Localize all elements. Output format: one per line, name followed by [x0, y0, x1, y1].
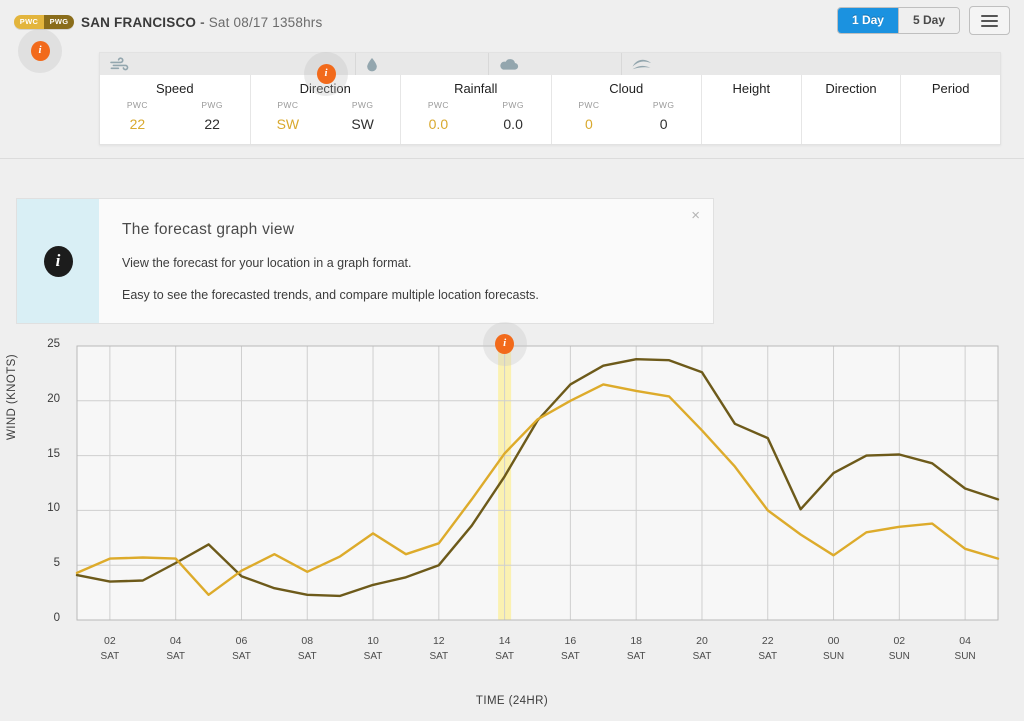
- chart-x-tick: 04 SAT: [166, 635, 186, 662]
- tab-1-day[interactable]: 1 Day: [837, 8, 898, 33]
- close-icon[interactable]: ×: [691, 208, 700, 223]
- chart-x-tick: 18 SAT: [626, 635, 646, 662]
- range-toggle: 1 Day 5 Day: [836, 7, 960, 34]
- chart-x-tick: 08 SAT: [297, 635, 317, 662]
- cloud-pwg-value: 0: [659, 116, 668, 132]
- forecast-datetime: Sat 08/17 1358hrs: [208, 14, 323, 30]
- summary-col-speed-label: Speed: [155, 81, 194, 96]
- banner-paragraph-1: View the forecast for your location in a…: [122, 256, 412, 270]
- summary-col-swell-period-label: Period: [931, 81, 970, 96]
- chart-x-tick: 16 SAT: [561, 635, 580, 662]
- chart-x-tick: 10 SAT: [363, 635, 383, 662]
- badge-pwg: PWG: [44, 15, 74, 29]
- chart-x-axis-label: TIME (24HR): [475, 695, 549, 707]
- page-title: SAN FRANCISCO - Sat 08/17 1358hrs: [81, 15, 322, 30]
- chart-x-tick: 02 SAT: [100, 635, 120, 662]
- summary-col-swell-direction: Direction: [802, 75, 902, 144]
- summary-col-cloud-label: Cloud: [609, 81, 644, 96]
- summary-col-cloud: Cloud PWC 0 PWG 0: [552, 75, 702, 144]
- rainfall-pwg-label: PWG: [502, 100, 524, 110]
- hamburger-menu-icon[interactable]: [969, 6, 1010, 35]
- chart-x-tick: 20 SAT: [692, 635, 712, 662]
- chart-y-tick: 0: [53, 612, 60, 624]
- rainfall-pwc-label: PWC: [427, 100, 449, 110]
- info-icon: i: [30, 41, 50, 61]
- chart-y-tick: 25: [47, 338, 60, 350]
- top-bar: PWC PWG SAN FRANCISCO - Sat 08/17 1358hr…: [0, 0, 1024, 159]
- chart-x-tick: 02 SUN: [888, 635, 910, 662]
- raindrop-icon: [356, 53, 489, 75]
- banner-paragraph-2: Easy to see the forecasted trends, and c…: [122, 288, 539, 302]
- chart-x-tick: 00 SUN: [822, 635, 845, 662]
- title-row: PWC PWG SAN FRANCISCO - Sat 08/17 1358hr…: [14, 12, 322, 32]
- title-separator: -: [200, 14, 205, 30]
- chart-y-tick: 5: [53, 557, 60, 570]
- forecast-summary-table: Speed PWC 22 PWG 22 Direction PWC SW PWG…: [99, 52, 1001, 145]
- speed-pwc-value: 22: [129, 116, 146, 132]
- cloud-pwg-label: PWG: [652, 100, 675, 110]
- chart-x-tick: 04 SUN: [954, 635, 976, 662]
- chart-x-tick: 12 SAT: [429, 635, 449, 662]
- summary-icon-row: [100, 53, 1000, 75]
- swell-waves-icon: [622, 53, 1000, 75]
- rainfall-pwc-value: 0.0: [428, 116, 449, 132]
- location-name: SAN FRANCISCO: [81, 14, 197, 30]
- summary-col-swell-direction-label: Direction: [825, 81, 877, 96]
- badge-pwc: PWC: [14, 15, 44, 29]
- info-icon: i: [316, 64, 336, 84]
- chart-x-tick: 06 SAT: [232, 635, 251, 662]
- info-icon: i: [495, 334, 515, 354]
- speed-pwg-value: 22: [204, 116, 220, 132]
- tab-5-day[interactable]: 5 Day: [897, 8, 959, 33]
- chart-x-tick: 14 SAT: [495, 635, 514, 662]
- banner-title: The forecast graph view: [122, 221, 295, 238]
- info-icon: i: [43, 245, 73, 277]
- info-badge-chart[interactable]: i: [482, 322, 527, 366]
- rainfall-pwg-value: 0.0: [503, 116, 523, 132]
- summary-col-speed: Speed PWC 22 PWG 22: [100, 75, 251, 144]
- view-controls: 1 Day 5 Day: [836, 6, 1010, 35]
- summary-col-rainfall-label: Rainfall: [454, 81, 498, 96]
- winddir-pwc-label: PWC: [277, 100, 299, 110]
- summary-col-swell-period: Period: [901, 75, 1000, 144]
- model-badges: PWC PWG: [14, 15, 74, 29]
- cloud-icon: [489, 53, 622, 75]
- winddir-pwc-value: SW: [276, 116, 300, 132]
- speed-pwg-label: PWG: [201, 100, 223, 110]
- chart-y-axis-label: WIND (KNOTS): [6, 354, 18, 440]
- chart-y-tick: 10: [47, 502, 60, 515]
- info-badge-header[interactable]: i: [18, 29, 62, 73]
- speed-pwc-label: PWC: [126, 100, 148, 110]
- chart-plot-area: [75, 345, 1000, 621]
- info-banner: i The forecast graph view View the forec…: [16, 198, 714, 324]
- cloud-pwc-value: 0: [584, 116, 593, 132]
- summary-col-rainfall: Rainfall PWC 0.0 PWG 0.0: [401, 75, 552, 144]
- summary-col-swell-height-label: Height: [732, 81, 771, 96]
- info-badge-direction[interactable]: i: [304, 52, 348, 96]
- chart-x-tick: 22 SAT: [758, 635, 778, 662]
- winddir-pwg-label: PWG: [351, 100, 374, 110]
- app-root: PWC PWG SAN FRANCISCO - Sat 08/17 1358hr…: [0, 0, 1024, 721]
- chart-y-tick: 15: [47, 447, 60, 460]
- chart-y-tick: 20: [47, 392, 60, 405]
- summary-value-row: Speed PWC 22 PWG 22 Direction PWC SW PWG…: [100, 75, 1000, 144]
- cloud-pwc-label: PWC: [578, 100, 600, 110]
- winddir-pwg-value: SW: [351, 116, 374, 132]
- summary-col-swell-height: Height: [702, 75, 802, 144]
- banner-icon-area: i: [17, 199, 99, 323]
